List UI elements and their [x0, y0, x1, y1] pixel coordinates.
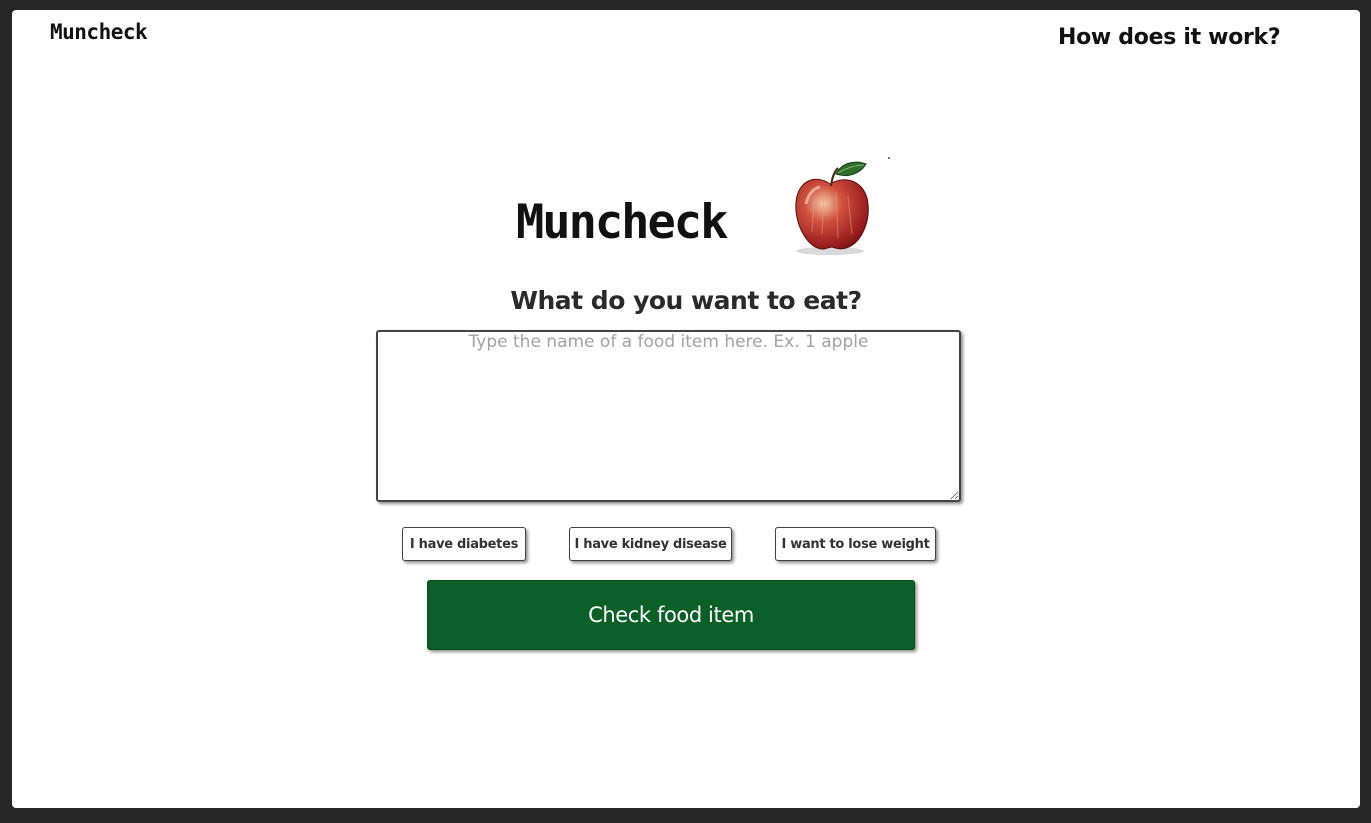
lose-weight-option-button[interactable]: I want to lose weight	[775, 527, 936, 561]
diabetes-option-button[interactable]: I have diabetes	[402, 527, 526, 561]
hero-title: Muncheck	[516, 195, 728, 250]
check-food-button[interactable]: Check food item	[427, 580, 915, 650]
question-heading: What do you want to eat?	[510, 286, 862, 315]
page-frame: Muncheck How does it work? Muncheck What…	[12, 10, 1360, 808]
food-input[interactable]	[376, 330, 961, 502]
nav-logo[interactable]: Muncheck	[50, 20, 148, 44]
how-it-works-link[interactable]: How does it work?	[1058, 25, 1281, 50]
kidney-disease-option-button[interactable]: I have kidney disease	[569, 527, 732, 561]
hero: Muncheck	[516, 150, 896, 260]
apple-icon	[795, 157, 890, 255]
